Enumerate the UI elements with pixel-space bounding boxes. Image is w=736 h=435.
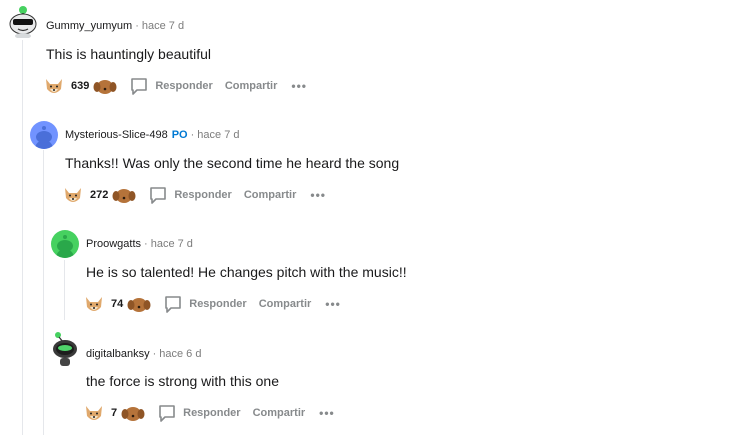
comment-timestamp[interactable]: hace 7 d — [151, 238, 193, 250]
comment-body: This is hauntingly beautiful — [46, 46, 211, 62]
thread-line-level-3[interactable] — [64, 260, 65, 320]
helmet-snoo-avatar-icon[interactable] — [50, 331, 80, 367]
ellipsis-icon[interactable]: ••• — [291, 79, 307, 93]
thread-line-level-2[interactable] — [43, 150, 44, 435]
meta-separator: · — [190, 129, 195, 141]
reply-button[interactable]: Responder — [157, 403, 241, 423]
author-name[interactable]: Proowgatts — [86, 238, 141, 250]
dog-downvote-icon[interactable] — [93, 75, 117, 97]
comment-actions: 639 Responder Compartir ••• — [43, 74, 307, 98]
doge-upvote-icon[interactable] — [83, 402, 105, 424]
reply-label: Responder — [183, 407, 241, 419]
share-button[interactable]: Compartir — [244, 189, 297, 201]
reply-label: Responder — [174, 189, 232, 201]
comment-body: He is so talented! He changes pitch with… — [86, 264, 407, 280]
thread-line-level-1[interactable] — [22, 40, 23, 435]
doge-upvote-icon[interactable] — [83, 293, 105, 315]
speech-bubble-icon — [150, 187, 167, 204]
comment-body: the force is strong with this one — [86, 373, 279, 389]
doge-upvote-icon[interactable] — [62, 184, 84, 206]
dog-downvote-icon[interactable] — [127, 293, 151, 315]
speech-bubble-icon — [165, 296, 182, 313]
share-button[interactable]: Compartir — [253, 407, 306, 419]
comment-timestamp[interactable]: hace 7 d — [142, 20, 184, 32]
default-snoo-avatar-icon[interactable] — [30, 121, 58, 149]
comment-timestamp[interactable]: hace 7 d — [197, 129, 239, 141]
meta-separator: · — [144, 238, 148, 250]
green-snoo-avatar-icon[interactable] — [51, 230, 79, 258]
speech-bubble-icon — [131, 78, 148, 95]
ellipsis-icon[interactable]: ••• — [325, 297, 341, 311]
author-name[interactable]: Mysterious-Slice-498 — [65, 129, 168, 141]
author-name[interactable]: Gummy_yumyum — [46, 20, 132, 32]
author-name[interactable]: digitalbanksy — [86, 348, 150, 360]
op-badge: PO — [171, 129, 188, 141]
comment-meta: Mysterious-Slice-498 PO · hace 7 d — [65, 128, 239, 142]
comment-meta: digitalbanksy · hace 6 d — [86, 347, 201, 361]
comment-meta: Gummy_yumyum · hace 7 d — [46, 19, 184, 33]
doge-upvote-icon[interactable] — [43, 75, 65, 97]
ellipsis-icon[interactable]: ••• — [310, 188, 326, 202]
ellipsis-icon[interactable]: ••• — [319, 406, 335, 420]
vote-score: 7 — [111, 407, 118, 419]
comment-timestamp[interactable]: hace 6 d — [159, 348, 201, 360]
comment-meta: Proowgatts · hace 7 d — [86, 237, 193, 251]
reply-button[interactable]: Responder — [148, 185, 232, 205]
reply-button[interactable]: Responder — [129, 76, 213, 96]
vote-score: 639 — [71, 80, 90, 92]
meta-separator: · — [152, 348, 157, 360]
meta-separator: · — [135, 20, 139, 32]
reply-label: Responder — [189, 298, 247, 310]
reply-button[interactable]: Responder — [163, 294, 247, 314]
comment-actions: 272 Responder Compartir ••• — [62, 183, 326, 207]
comment-actions: 74 Responder Compartir ••• — [83, 292, 341, 316]
speech-bubble-icon — [159, 405, 175, 422]
comment-body: Thanks!! Was only the second time he hea… — [65, 155, 400, 171]
dog-downvote-icon[interactable] — [121, 402, 145, 424]
comment-actions: 7 Responder Compartir ••• — [83, 401, 335, 425]
share-button[interactable]: Compartir — [225, 80, 278, 92]
snoo-sunglasses-avatar-icon[interactable] — [8, 4, 38, 38]
vote-score: 272 — [90, 189, 109, 201]
vote-score: 74 — [111, 298, 124, 310]
dog-downvote-icon[interactable] — [112, 184, 136, 206]
reply-label: Responder — [155, 80, 213, 92]
share-button[interactable]: Compartir — [259, 298, 312, 310]
